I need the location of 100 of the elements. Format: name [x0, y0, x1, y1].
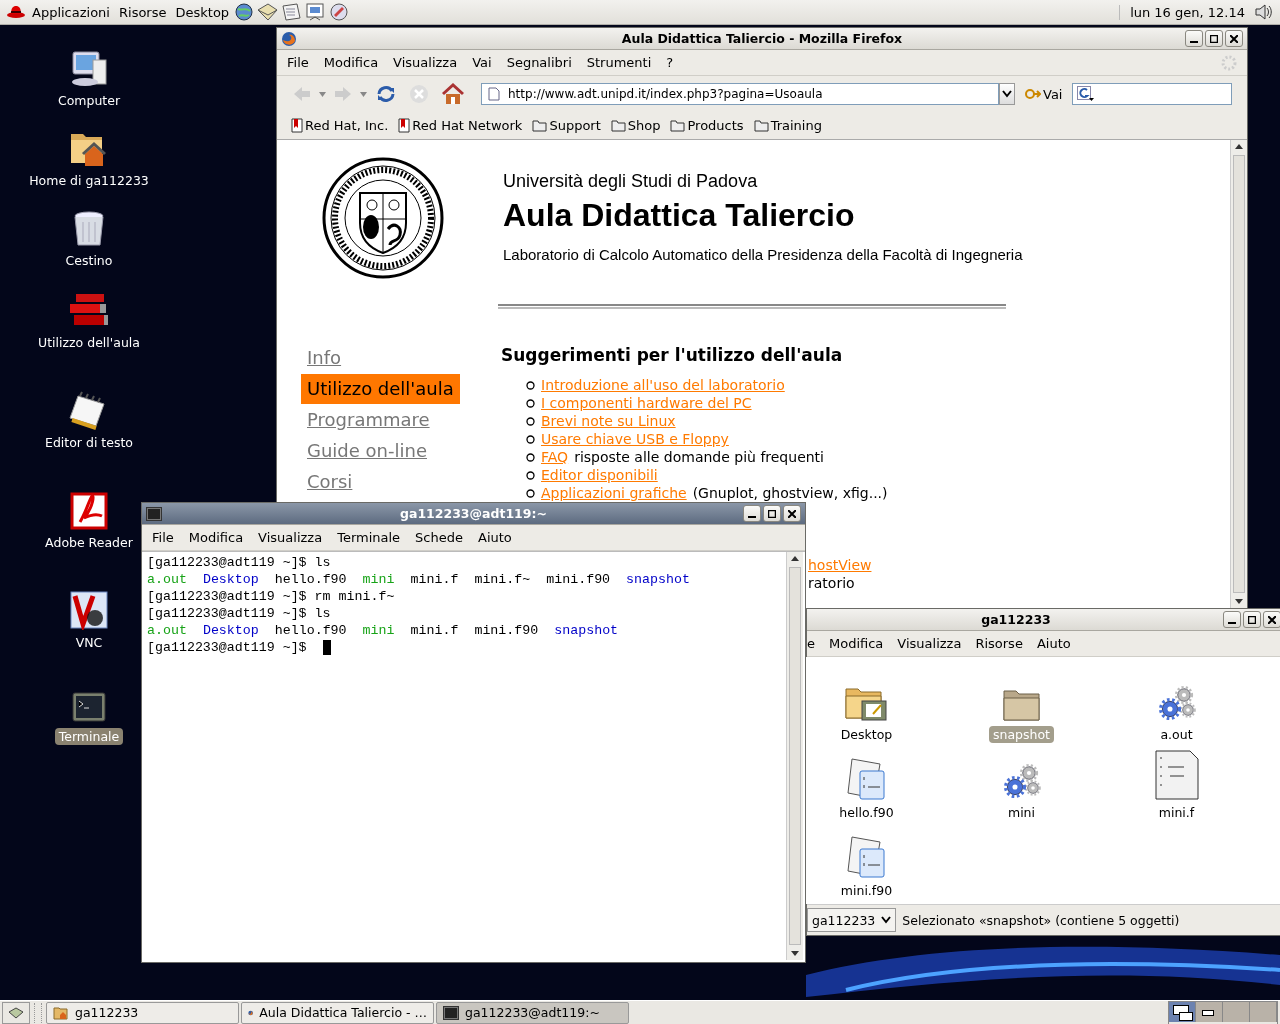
dropdown-button[interactable]: [999, 83, 1015, 105]
bullet-icon: [526, 416, 535, 426]
terminal-icon: [72, 690, 106, 724]
maximize-button[interactable]: [763, 505, 781, 522]
text-file-icon: [1153, 749, 1200, 801]
maximize-button[interactable]: [1243, 611, 1261, 628]
search-field[interactable]: [1072, 83, 1233, 105]
menu-item[interactable]: Risorse: [975, 636, 1023, 651]
scrollbar[interactable]: [786, 552, 803, 960]
menu-item[interactable]: Visualizza: [897, 636, 962, 651]
workspace-switcher[interactable]: [1168, 1000, 1278, 1024]
panel-menu[interactable]: Applicazioni: [32, 4, 110, 20]
go-button[interactable]: Vai: [1025, 86, 1063, 102]
nav-link[interactable]: Utilizzo dell'aula: [301, 374, 460, 404]
minimize-button[interactable]: [1185, 30, 1203, 47]
maximize-button[interactable]: [1205, 30, 1223, 47]
minimize-button[interactable]: [743, 505, 761, 522]
bookmark-item[interactable]: Training: [753, 118, 822, 133]
menu-item[interactable]: Strumenti: [586, 55, 652, 70]
bookmark-item[interactable]: Support: [532, 118, 601, 133]
file-name[interactable]: mini: [1003, 804, 1039, 821]
terminal-icon: [443, 1005, 459, 1020]
scrollbar[interactable]: [1230, 140, 1247, 608]
bookmark-item[interactable]: Red Hat, Inc.: [291, 118, 389, 133]
go-arrow-icon: [1025, 88, 1041, 100]
desktop-icon-label[interactable]: Utilizzo dell'aula: [34, 334, 144, 351]
file-name[interactable]: mini.f90: [836, 882, 897, 899]
file-name[interactable]: hello.f90: [835, 804, 898, 821]
show-desktop-button[interactable]: [2, 1001, 30, 1024]
bookmark-item[interactable]: Red Hat Network: [398, 118, 523, 133]
menu-item[interactable]: Modifica: [829, 636, 884, 651]
desktop-icon-label[interactable]: Home di ga112233: [25, 172, 153, 189]
desktop-icon-label[interactable]: Editor di testo: [41, 434, 137, 451]
computer-icon: [69, 50, 109, 88]
close-icon: [1230, 34, 1238, 43]
nav-link[interactable]: Info: [301, 343, 348, 373]
caret-icon[interactable]: [360, 91, 367, 97]
desktop-icon-label[interactable]: Adobe Reader: [41, 534, 137, 551]
bullet-icon: [526, 380, 535, 390]
menu-item[interactable]: Aiuto: [1036, 636, 1071, 651]
menu-item[interactable]: Segnalibri: [506, 55, 572, 70]
close-button[interactable]: [783, 505, 801, 522]
bookmark-page-icon: [398, 118, 411, 133]
document-icon[interactable]: [280, 2, 303, 22]
drawing-icon[interactable]: [328, 2, 351, 22]
panel-menu[interactable]: Risorse: [119, 4, 167, 20]
caret-icon[interactable]: [319, 91, 326, 97]
file-name[interactable]: Desktop: [836, 726, 897, 743]
file-name[interactable]: mini.f: [1154, 804, 1199, 821]
nav-link[interactable]: Corsi: [301, 467, 359, 497]
menu-item[interactable]: File: [287, 55, 309, 70]
location-dropdown[interactable]: ga112233: [807, 908, 897, 932]
maximize-icon: [768, 509, 776, 518]
file-name: mini: [362, 571, 395, 588]
menu-item[interactable]: ?: [666, 55, 674, 70]
presentation-icon[interactable]: [304, 2, 327, 22]
menu-item[interactable]: Modifica: [323, 55, 379, 70]
desktop-icon-label[interactable]: Cestino: [61, 252, 117, 269]
speaker-icon[interactable]: [1254, 3, 1274, 21]
panel-clock[interactable]: lun 16 gen, 12.14: [1119, 4, 1245, 20]
file-name: hello.f90: [274, 622, 347, 639]
globe-icon[interactable]: [234, 2, 255, 22]
scroll-down-icon[interactable]: [791, 951, 799, 956]
bullet-icon: [526, 488, 535, 498]
bookmark-item[interactable]: Shop: [610, 118, 661, 133]
desktop-icon-label[interactable]: Computer: [53, 92, 125, 109]
nav-link[interactable]: Guide on-line: [301, 436, 433, 466]
mail-icon[interactable]: [256, 2, 279, 22]
scroll-up-icon[interactable]: [791, 556, 799, 561]
url-field[interactable]: http://www.adt.unipd.it/index.php3?pagina=Usoaula: [481, 83, 999, 105]
nav-link[interactable]: Programmare: [301, 405, 436, 435]
menu-item[interactable]: e: [807, 636, 815, 651]
panel-menu[interactable]: Desktop: [175, 4, 230, 20]
menu-item[interactable]: Visualizza: [393, 55, 458, 70]
desktop-icon-label[interactable]: Terminale: [54, 728, 124, 745]
taskbar-button[interactable]: ga112233@adt119:~: [436, 1001, 629, 1024]
menu-item[interactable]: Aiuto: [478, 530, 512, 545]
scroll-down-icon[interactable]: [1235, 599, 1243, 604]
university-name: Università degli Studi di Padova: [503, 171, 759, 192]
close-button[interactable]: [1263, 611, 1280, 628]
file-name[interactable]: a.out: [1156, 726, 1197, 743]
taskbar-button[interactable]: ga112233: [46, 1001, 239, 1024]
menu-item[interactable]: Modifica: [188, 530, 244, 545]
search-engine-icon[interactable]: [1077, 86, 1096, 102]
bookmark-item[interactable]: Products: [670, 118, 744, 133]
bullet-icon: [526, 398, 535, 408]
taskbar-button[interactable]: Aula Didattica Taliercio - …: [241, 1001, 434, 1024]
menu-item[interactable]: Terminale: [337, 530, 401, 545]
vnc-icon: [69, 590, 109, 630]
scroll-up-icon[interactable]: [1235, 144, 1243, 149]
close-button[interactable]: [1225, 30, 1243, 47]
menu-item[interactable]: Vai: [472, 55, 492, 70]
menu-item[interactable]: Visualizza: [258, 530, 323, 545]
minimize-button[interactable]: [1223, 611, 1241, 628]
desktop-icon-label[interactable]: VNC: [71, 634, 107, 651]
link-description: (Gnuplot, ghostview, xfig...): [692, 485, 888, 501]
bookmark-folder-icon: [753, 119, 769, 132]
menu-item[interactable]: Schede: [415, 530, 463, 545]
menu-item[interactable]: File: [152, 530, 174, 545]
status-text: Selezionato «snapshot» (contiene 5 oggetti): [902, 912, 1180, 928]
